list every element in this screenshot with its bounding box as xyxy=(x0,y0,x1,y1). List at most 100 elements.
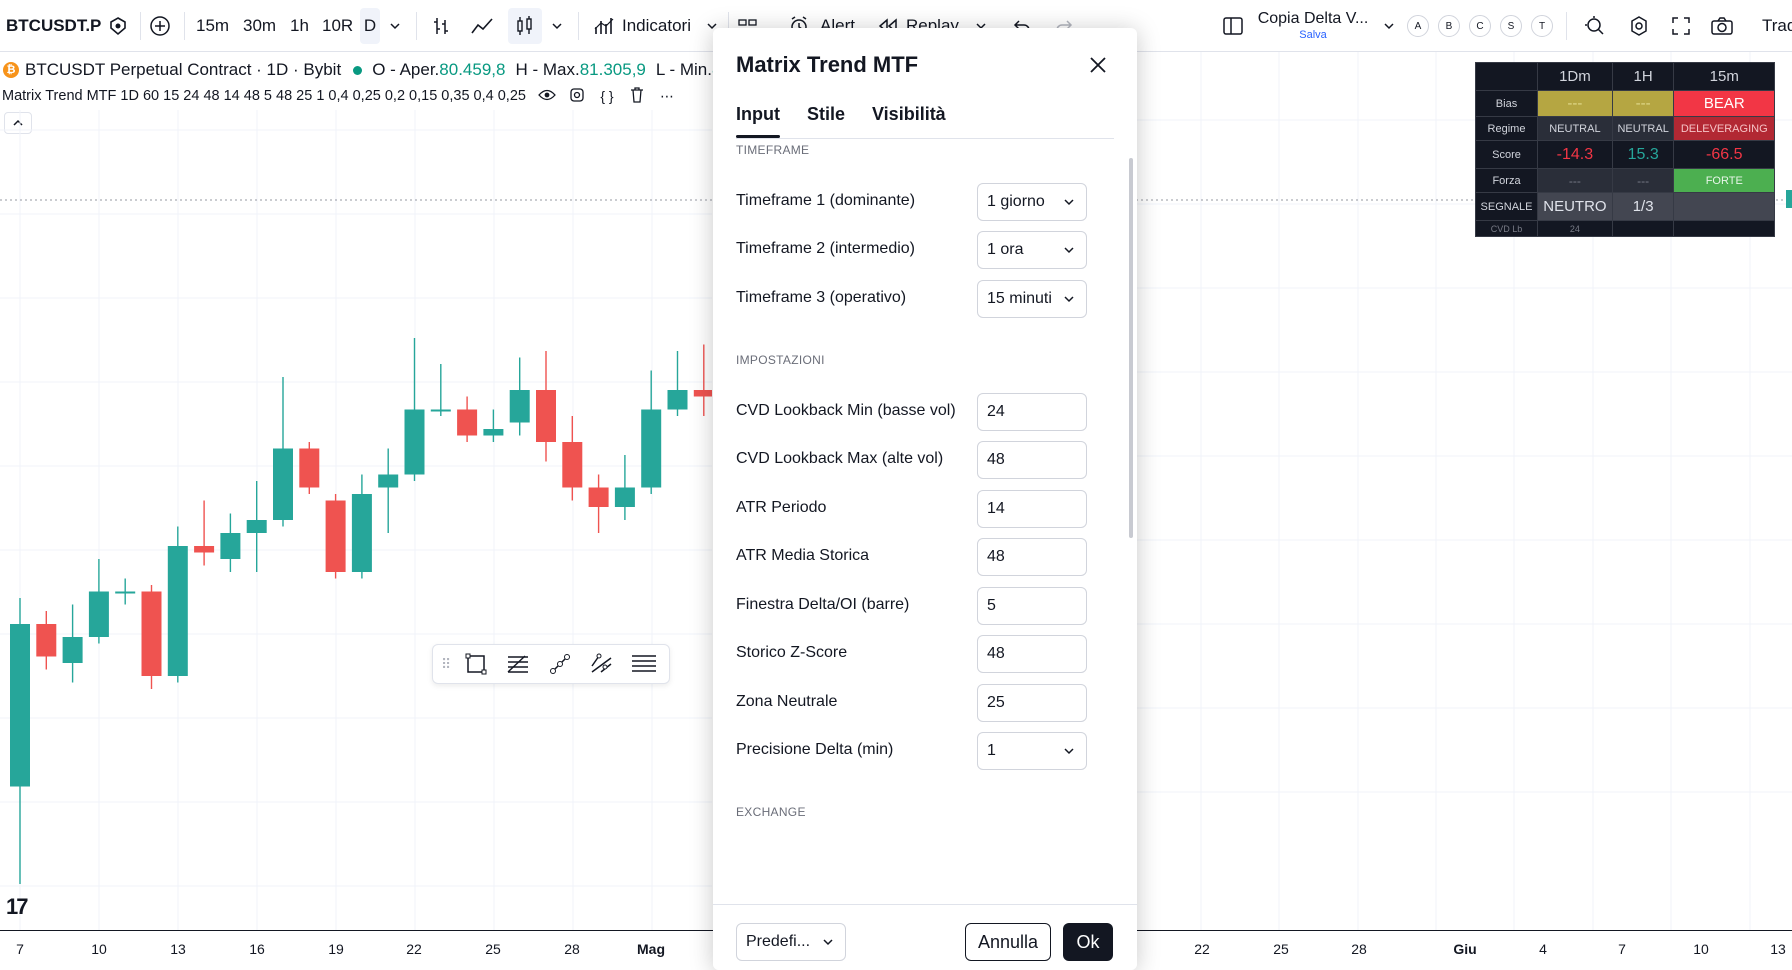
delta-precision-label: Precisione Delta (min) xyxy=(736,741,894,758)
candle[interactable] xyxy=(62,604,83,683)
candle[interactable] xyxy=(220,513,241,573)
cvd-max-input[interactable] xyxy=(977,441,1087,479)
timeframe-2-select[interactable]: 1 ora xyxy=(977,231,1087,269)
pattern-tool-icon[interactable] xyxy=(581,644,623,684)
indicators-icon[interactable] xyxy=(592,0,616,52)
candle[interactable] xyxy=(351,474,372,579)
matrix-corner xyxy=(1475,62,1538,91)
quick-button-b[interactable]: B xyxy=(1438,15,1460,37)
fullscreen-icon[interactable] xyxy=(1668,0,1694,52)
symbol-title[interactable]: BTCUSDT Perpetual Contract · 1D · Bybit xyxy=(25,60,341,80)
candle[interactable] xyxy=(457,396,478,443)
neutral-zone-label: Zona Neutrale xyxy=(736,693,838,710)
tab-input[interactable]: Input xyxy=(736,104,780,138)
camera-icon[interactable] xyxy=(1708,0,1736,52)
interval-30m[interactable]: 30m xyxy=(243,0,276,52)
trend-line-tool-icon[interactable] xyxy=(539,644,581,684)
delta-window-input[interactable] xyxy=(977,587,1087,625)
candle[interactable] xyxy=(641,370,662,495)
candles-chart-icon[interactable] xyxy=(508,8,542,44)
indicator-legend-text[interactable]: Matrix Trend MTF 1D 60 15 24 48 14 48 5 … xyxy=(2,88,526,104)
candle[interactable] xyxy=(614,455,635,520)
cancel-button[interactable]: Annulla xyxy=(965,923,1051,961)
price-chart[interactable] xyxy=(0,110,712,930)
candle[interactable] xyxy=(246,481,267,572)
candle[interactable] xyxy=(404,338,425,481)
candle[interactable] xyxy=(299,442,320,494)
candle[interactable] xyxy=(88,559,109,644)
market-status-icon xyxy=(353,65,363,75)
defaults-select[interactable]: Predefi... xyxy=(736,923,846,961)
candle[interactable] xyxy=(562,416,583,501)
interval-d[interactable]: D xyxy=(360,8,380,44)
x-tick: 13 xyxy=(1770,941,1786,957)
timeframe-1-select[interactable]: 1 giorno xyxy=(977,183,1087,221)
rectangle-tool-icon[interactable] xyxy=(455,644,497,684)
delta-precision-select[interactable]: 1 xyxy=(977,732,1087,770)
atr-period-input[interactable] xyxy=(977,490,1087,528)
interval-15m[interactable]: 15m xyxy=(196,0,229,52)
zscore-history-input[interactable] xyxy=(977,635,1087,673)
chevron-down-icon[interactable] xyxy=(1380,0,1398,52)
line-chart-icon[interactable] xyxy=(468,0,496,52)
cvd-min-input[interactable] xyxy=(977,393,1087,431)
chevron-down-icon[interactable] xyxy=(386,0,404,52)
candle[interactable] xyxy=(194,500,215,566)
candle[interactable] xyxy=(588,474,609,534)
quick-button-s[interactable]: S xyxy=(1500,15,1522,37)
candle[interactable] xyxy=(536,351,556,462)
atr-history-input[interactable] xyxy=(977,538,1087,576)
trade-button[interactable]: Trad xyxy=(1762,0,1792,52)
candle[interactable] xyxy=(325,494,346,579)
fib-tool-icon[interactable] xyxy=(497,644,539,684)
quick-button-a[interactable]: A xyxy=(1407,15,1429,37)
candle[interactable] xyxy=(378,448,399,534)
candle[interactable] xyxy=(273,377,293,527)
candle[interactable] xyxy=(36,611,57,670)
candle[interactable] xyxy=(693,344,712,417)
add-symbol-icon[interactable] xyxy=(146,0,174,52)
close-icon[interactable] xyxy=(1083,50,1113,80)
quick-search-icon[interactable] xyxy=(1582,0,1608,52)
layout-split-icon[interactable] xyxy=(1220,0,1246,52)
x-tick: 7 xyxy=(16,941,24,957)
candle[interactable] xyxy=(483,409,504,443)
quick-button-c[interactable]: C xyxy=(1469,15,1491,37)
drag-handle-icon[interactable]: ⠿ xyxy=(441,656,455,673)
more-icon[interactable]: ⋯ xyxy=(658,88,676,105)
interval-10r[interactable]: 10R xyxy=(322,0,353,52)
eye-icon[interactable] xyxy=(538,88,556,104)
source-code-icon[interactable]: { } xyxy=(598,88,616,104)
candle[interactable] xyxy=(509,357,530,436)
ok-button[interactable]: Ok xyxy=(1063,923,1113,961)
dialog-scrollbar[interactable] xyxy=(1129,158,1133,538)
candle-body xyxy=(378,474,399,488)
timeframe-3-select[interactable]: 15 minuti xyxy=(977,280,1087,318)
trash-icon[interactable] xyxy=(628,86,646,106)
chevron-down-icon[interactable] xyxy=(548,0,566,52)
candle-body xyxy=(220,533,241,559)
candle[interactable] xyxy=(115,578,136,605)
tradingview-logo[interactable]: 17 xyxy=(6,894,29,920)
candle[interactable] xyxy=(167,526,188,683)
symbol-info-icon[interactable] xyxy=(106,0,130,52)
candle[interactable] xyxy=(667,351,688,416)
quick-button-t[interactable]: T xyxy=(1531,15,1553,37)
settings-gear-icon[interactable] xyxy=(1626,0,1652,52)
candle[interactable] xyxy=(430,364,451,416)
symbol-search[interactable]: BTCUSDT.P xyxy=(6,0,101,52)
layout-name-button[interactable]: Copia Delta V... Salva xyxy=(1258,0,1369,52)
tab-visibilita[interactable]: Visibilità xyxy=(872,104,946,138)
candle[interactable] xyxy=(141,585,162,689)
dialog-body[interactable]: TIMEFRAME Timeframe 1 (dominante) 1 gior… xyxy=(713,139,1137,904)
bar-chart-type-icon[interactable] xyxy=(428,0,454,52)
settings-icon[interactable] xyxy=(568,87,586,106)
candle-body xyxy=(325,500,346,572)
neutral-zone-input[interactable] xyxy=(977,684,1087,722)
indicators-button[interactable]: Indicatori xyxy=(622,0,691,52)
bias-1h: --- xyxy=(1611,90,1675,117)
interval-1h[interactable]: 1h xyxy=(290,0,309,52)
tab-stile[interactable]: Stile xyxy=(807,104,845,138)
menu-lines-icon[interactable] xyxy=(623,644,665,684)
candle[interactable] xyxy=(10,598,30,884)
